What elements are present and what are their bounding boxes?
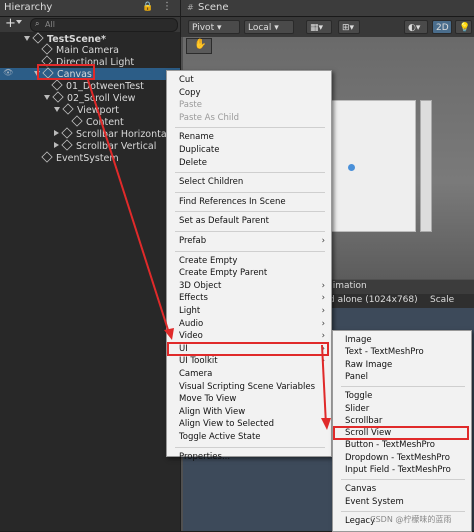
annotation-arrows <box>87 79 331 430</box>
arrow-head-1 <box>164 328 174 340</box>
watermark: CSDN @柠檬味的蓝雨 <box>370 515 452 524</box>
visibility-eye-icon[interactable]: 👁 <box>3 68 13 77</box>
arrow-canvas-to-ui <box>87 79 171 337</box>
arrow-ui-to-scrollview <box>321 344 327 426</box>
arrow-head-2 <box>321 418 331 430</box>
